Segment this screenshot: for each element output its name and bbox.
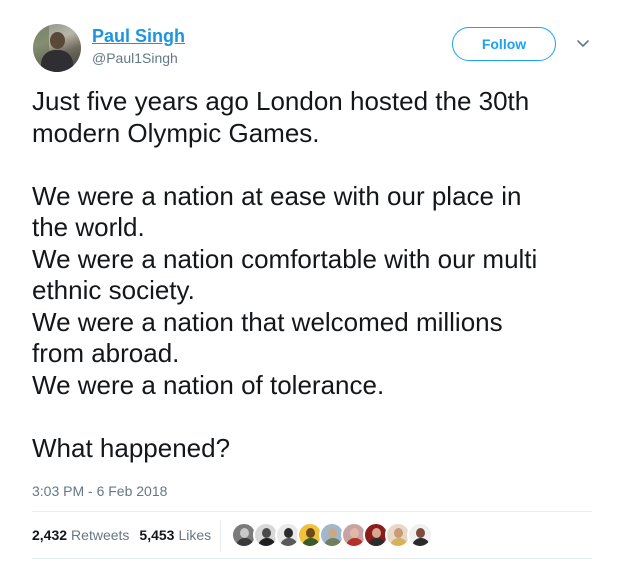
liker-avatar-face: [328, 528, 337, 538]
liker-avatar-face: [350, 528, 359, 538]
tweet-timestamp[interactable]: 3:03 PM - 6 Feb 2018: [32, 482, 167, 500]
liker-avatar-face: [284, 528, 293, 538]
stats-divider: [220, 521, 221, 551]
divider: [32, 558, 592, 559]
tweet-line: the world.: [32, 212, 145, 242]
author-handle[interactable]: @Paul1Singh: [92, 49, 178, 67]
liker-avatar-face: [394, 528, 403, 538]
chevron-down-icon[interactable]: [575, 38, 591, 50]
likes-count: 5,453: [139, 527, 175, 543]
follow-button-label: Follow: [481, 36, 527, 52]
tweet-line: from abroad.: [32, 338, 180, 368]
avatar-head: [50, 32, 65, 49]
tweet-line: We were a nation at ease with our place …: [32, 180, 522, 211]
avatar-body: [41, 50, 73, 72]
liker-avatar-body: [390, 538, 408, 546]
tweet-line-break: [32, 149, 592, 181]
liker-avatar-body: [236, 538, 254, 546]
liker-avatars: [231, 522, 433, 548]
tweet-line-break: [32, 401, 592, 433]
retweets-count: 2,432: [32, 527, 68, 543]
liker-avatar-face: [372, 528, 381, 538]
tweet-line: Just five years ago London hosted the 30…: [32, 86, 530, 116]
liker-avatar-body: [302, 538, 320, 546]
liker-avatar-body: [324, 538, 342, 546]
author-avatar[interactable]: [33, 24, 81, 72]
liker-avatar-body: [346, 538, 364, 546]
tweet-line: What happened?: [32, 432, 231, 463]
tweet-line: We were a nation comfortable with our mu…: [32, 243, 538, 274]
tweet-line: modern Olympic Games.: [32, 117, 320, 148]
tweet-line: ethnic society.: [32, 275, 195, 305]
tweet-card: Paul Singh @Paul1Singh Follow Just five …: [0, 0, 617, 573]
retweets-stat[interactable]: 2,432 Retweets: [32, 526, 129, 544]
liker-avatar[interactable]: [407, 522, 433, 548]
likes-stat[interactable]: 5,453 Likes: [139, 526, 211, 544]
liker-avatar-face: [240, 528, 249, 538]
follow-button[interactable]: Follow: [452, 27, 556, 61]
liker-avatar-body: [280, 538, 298, 546]
tweet-text: Just five years ago London hosted the 30…: [32, 86, 592, 464]
liker-avatar-body: [412, 538, 430, 546]
author-name[interactable]: Paul Singh: [92, 25, 185, 47]
liker-avatar-face: [416, 528, 425, 538]
likes-label: Likes: [178, 527, 212, 543]
liker-avatar-body: [258, 538, 276, 546]
tweet-stats: 2,432 Retweets 5,453 Likes: [32, 526, 221, 544]
divider: [32, 511, 592, 512]
liker-avatar-body: [368, 538, 386, 546]
retweets-label: Retweets: [71, 527, 130, 543]
liker-avatar-face: [306, 528, 315, 538]
tweet-line: We were a nation that welcomed millions: [32, 306, 503, 337]
tweet-line: We were a nation of tolerance.: [32, 369, 385, 400]
liker-avatar-face: [262, 528, 271, 538]
